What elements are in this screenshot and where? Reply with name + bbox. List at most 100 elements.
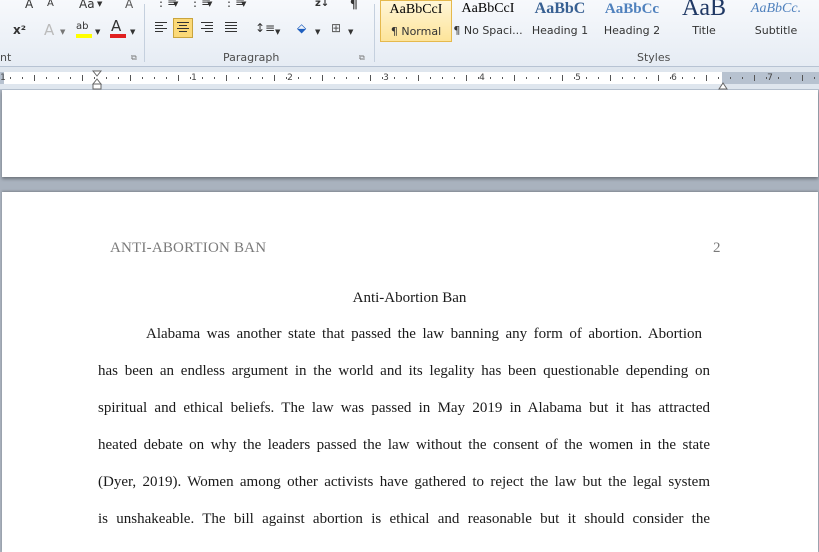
chevron-down-icon[interactable]: ▼ <box>315 24 320 40</box>
ruler-tick <box>346 77 347 79</box>
first-line-indent-marker[interactable] <box>92 70 102 90</box>
dialog-launcher-icon[interactable]: ⧉ <box>359 54 367 62</box>
ruler-tick <box>418 75 419 81</box>
ruler-tick <box>34 75 35 81</box>
paragraph-line: is unshakeable. The bill against abortio… <box>98 511 710 527</box>
ruler-tick <box>646 77 647 79</box>
ruler-tick <box>394 77 395 79</box>
ruler-tick <box>262 77 263 79</box>
styles-group: AaBbCcI ¶ Normal AaBbCcI ¶ No Spaci... A… <box>378 0 819 66</box>
style-heading-2[interactable]: AaBbCc Heading 2 <box>596 0 668 42</box>
ruler-tick <box>586 77 587 79</box>
styles-group-label: Styles <box>637 51 671 64</box>
ruler-tick <box>310 77 311 79</box>
ruler-tick <box>574 77 575 79</box>
paragraph-line: has been an endless argument in the worl… <box>98 363 710 379</box>
paragraph-line: spiritual and ethical beliefs. The law w… <box>98 400 710 416</box>
ruler-tick <box>334 77 335 79</box>
font-color-bar <box>110 34 126 38</box>
clear-formatting-button[interactable]: A <box>125 0 133 12</box>
ruler-tick <box>370 75 371 81</box>
ruler-number: 3 <box>383 73 389 83</box>
document-title: Anti-Abortion Ban <box>352 290 467 306</box>
paragraph-line: heated debate on why the leaders passed … <box>98 437 710 453</box>
ruler-number: 2 <box>287 73 293 83</box>
font-group: A A Aa ▼ A x² A ▼ ab ▼ A ▼ nt ⧉ <box>0 0 144 66</box>
style-heading-1[interactable]: AaBbC Heading 1 <box>524 0 596 42</box>
ruler-tick <box>766 77 767 79</box>
shading-icon[interactable]: ⬙ <box>297 20 306 36</box>
style-sample: AaBbCcI <box>461 1 515 16</box>
ruler-tick <box>226 75 227 81</box>
style-title[interactable]: AaB Title <box>668 0 740 42</box>
chevron-down-icon[interactable]: ▼ <box>97 0 102 12</box>
ruler-tick <box>730 77 731 79</box>
align-center-button[interactable] <box>173 18 193 38</box>
superscript-button[interactable]: x² <box>13 22 26 38</box>
running-header: ANTI-ABORTION BAN <box>110 240 267 256</box>
ruler-scale: 1 1 2 3 4 5 6 7 <box>0 72 819 84</box>
ruler-tick <box>202 77 203 79</box>
style-normal[interactable]: AaBbCcI ¶ Normal <box>380 0 452 42</box>
chevron-down-icon[interactable]: ▼ <box>173 0 178 12</box>
grow-font-button[interactable]: A <box>25 0 33 12</box>
ruler-tick <box>814 77 815 79</box>
chevron-down-icon[interactable]: ▼ <box>275 24 280 40</box>
ruler-tick <box>274 75 275 81</box>
ruler-tick <box>322 75 323 81</box>
ruler-tick <box>514 75 515 81</box>
ruler-tick <box>442 77 443 79</box>
show-hide-marks-button[interactable]: ¶ <box>350 0 358 12</box>
ruler-tick <box>550 77 551 79</box>
ruler-tick <box>10 77 11 79</box>
ruler-tick <box>634 77 635 79</box>
ruler-tick <box>562 75 563 81</box>
justify-button[interactable] <box>221 18 241 38</box>
ruler-tick <box>154 77 155 79</box>
ruler-tick <box>406 77 407 79</box>
line-spacing-icon[interactable]: ↕≡ <box>255 20 275 36</box>
right-indent-marker[interactable] <box>718 80 728 90</box>
previous-page[interactable] <box>2 90 818 177</box>
borders-icon[interactable]: ⊞ <box>331 20 341 36</box>
style-subtitle[interactable]: AaBbCc. Subtitle <box>740 0 812 42</box>
ruler-tick <box>190 77 191 79</box>
ruler-tick <box>610 75 611 81</box>
ruler-tick <box>70 77 71 79</box>
group-separator <box>374 4 375 62</box>
chevron-down-icon[interactable]: ▼ <box>207 0 212 12</box>
highlight-button[interactable]: ab <box>76 19 88 35</box>
font-group-label: nt <box>0 51 12 64</box>
style-name: ¶ Normal <box>390 25 442 38</box>
ruler-tick <box>166 77 167 79</box>
ruler-tick <box>214 77 215 79</box>
dialog-launcher-icon[interactable]: ⧉ <box>131 54 139 62</box>
horizontal-ruler[interactable]: 1 1 2 3 4 5 6 7 <box>0 67 819 90</box>
ruler-tick <box>802 75 803 81</box>
ruler-tick <box>118 77 119 79</box>
ruler-tick <box>106 77 107 79</box>
ruler-tick <box>622 77 623 79</box>
ruler-tick <box>778 77 779 79</box>
font-color-button[interactable]: A <box>111 18 121 34</box>
ruler-number: 4 <box>479 73 485 83</box>
chevron-down-icon[interactable]: ▼ <box>95 24 100 40</box>
chevron-down-icon[interactable]: ▼ <box>130 24 135 40</box>
chevron-down-icon[interactable]: ▼ <box>60 24 65 40</box>
change-case-button[interactable]: Aa <box>79 0 95 12</box>
chevron-down-icon[interactable]: ▼ <box>241 0 246 12</box>
ruler-tick <box>286 77 287 79</box>
text-effects-button[interactable]: A <box>44 22 54 38</box>
sort-button[interactable]: z↓ <box>315 0 329 12</box>
style-name: ¶ No Spaci... <box>453 24 523 37</box>
align-left-button[interactable] <box>151 18 171 38</box>
ruler-tick <box>706 75 707 81</box>
shrink-font-button[interactable]: A <box>47 0 54 12</box>
style-no-spacing[interactable]: AaBbCcI ¶ No Spaci... <box>452 0 524 42</box>
ruler-tick <box>478 77 479 79</box>
ruler-tick <box>682 77 683 79</box>
ruler-tick <box>250 77 251 79</box>
align-right-button[interactable] <box>197 18 217 38</box>
page-number: 2 <box>713 240 721 256</box>
chevron-down-icon[interactable]: ▼ <box>348 24 353 40</box>
